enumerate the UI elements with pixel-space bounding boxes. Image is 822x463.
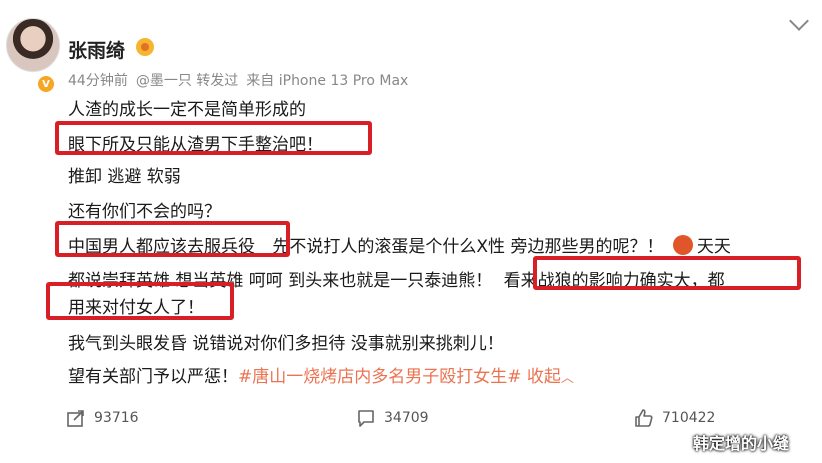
line-segment: 望有关部门予以严惩！ [68,367,238,387]
post-line: 人渣的成长一定不是简单形成的 [68,100,306,120]
action-bar: 93716 34709 710422 [0,408,822,432]
angry-emoji-icon [672,235,693,255]
collapse-link[interactable]: 收起 [527,367,561,387]
like-button[interactable]: 710422 [634,408,715,428]
level-badge-icon [136,38,154,56]
line-segment: 天天 [696,237,731,257]
chevron-up-icon[interactable]: ︿ [561,371,574,386]
verified-badge-icon: V [36,74,56,94]
hashtag-link[interactable]: #唐山一烧烤店内多名男子殴打女生# [238,367,522,387]
like-count: 710422 [662,410,716,426]
repost-button[interactable]: 93716 [66,408,139,428]
repost-count: 93716 [94,410,139,426]
post-line: 我气到头眼发昏 说错说对你们多担待 没事就别来挑刺儿！ [68,334,504,354]
highlight-box [46,282,234,320]
comment-count: 34709 [384,410,429,426]
highlight-box [55,121,372,155]
highlight-box [533,256,801,290]
post-source: 来自 iPhone 13 Pro Max [246,73,409,89]
username[interactable]: 张雨绮 [68,36,125,63]
post-time[interactable]: 44分钟前 [68,73,128,89]
comment-icon [358,410,374,427]
repost-icon [67,410,84,427]
post-meta: 44分钟前 @墨一只 转发过 来自 iPhone 13 Pro Max [68,70,416,90]
post-line: 望有关部门予以严惩！#唐山一烧烤店内多名男子殴打女生# 收起︿ [68,362,574,387]
post-line: 还有你们不会的吗？ [68,202,221,222]
watermark: 韩定增的小缝 [693,434,790,453]
repost-from[interactable]: @墨一只 转发过 [136,73,238,89]
post-line: 推卸 逃避 软弱 [68,167,181,187]
highlight-box [55,221,290,257]
comment-button[interactable]: 34709 [356,408,429,428]
line-segment: 先不说打人的滚蛋是个什么X性 旁边那些男的呢？！ [272,237,664,257]
thumbs-up-icon [635,409,653,427]
avatar[interactable] [6,18,60,72]
chevron-down-icon[interactable] [789,11,809,31]
